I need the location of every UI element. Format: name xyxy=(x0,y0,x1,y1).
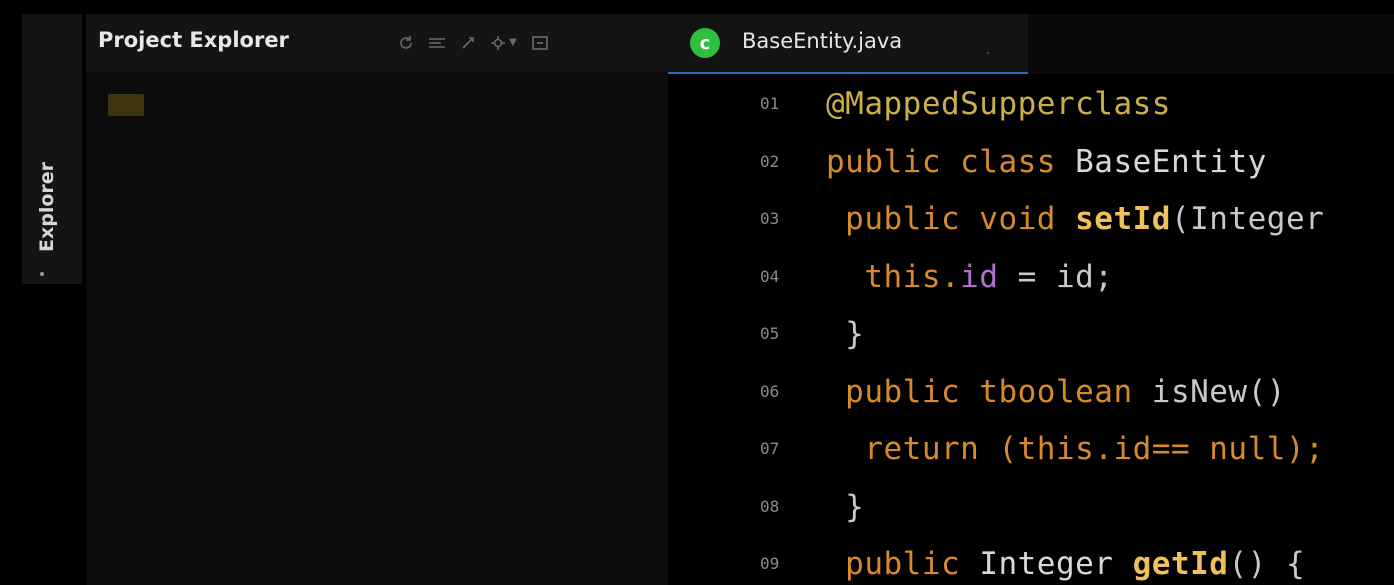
code-token: isNew() xyxy=(1151,373,1306,410)
code-line[interactable]: 07 return (this.id== null); xyxy=(668,425,1394,483)
line-content: public class BaseEntity xyxy=(826,144,1267,180)
line-number: 05 xyxy=(760,324,780,343)
line-content: return (this.id== null); xyxy=(826,431,1324,467)
code-line[interactable]: 05 } xyxy=(668,310,1394,368)
explorer-activity-tab[interactable]: Explorer xyxy=(22,92,82,282)
project-explorer-toolbar: ▼ xyxy=(398,32,549,54)
line-number: 02 xyxy=(760,151,780,171)
line-number: 07 xyxy=(760,439,780,458)
code-editor: c BaseEntity.java . 01 @MappedSupperclass… xyxy=(668,14,1394,585)
project-explorer-header: Project Explorer ▼ xyxy=(86,14,668,72)
tab-close-icon[interactable]: . xyxy=(986,42,990,58)
code-token: } xyxy=(826,316,865,352)
tab-label: BaseEntity.java xyxy=(742,29,903,53)
code-line[interactable]: 02 public class BaseEntity xyxy=(668,138,1394,196)
code-line[interactable]: 09 public Integer getId() { xyxy=(668,540,1394,585)
view-menu-icon[interactable]: ▼ xyxy=(490,35,517,51)
chevron-down-icon: ▼ xyxy=(509,37,517,48)
explorer-activity-label: Explorer xyxy=(36,161,58,252)
maximize-icon[interactable] xyxy=(531,35,549,51)
sync-icon[interactable] xyxy=(398,35,414,51)
link-with-editor-icon[interactable] xyxy=(460,35,476,51)
code-line[interactable]: 06 public tboolean isNew() xyxy=(668,368,1394,426)
line-number: 01 xyxy=(760,94,780,113)
project-explorer-panel: Project Explorer ▼ xyxy=(86,14,668,585)
line-content: public void setId(Integer xyxy=(826,201,1324,237)
editor-tabs-bar: c BaseEntity.java . xyxy=(668,14,1394,74)
line-number: 06 xyxy=(760,381,780,401)
code-token: public void xyxy=(826,201,1076,237)
activity-indicator-dot xyxy=(40,272,44,276)
code-token: () { xyxy=(1228,546,1306,582)
collapse-all-icon[interactable] xyxy=(428,36,446,50)
code-token: BaseEntity xyxy=(1075,143,1267,180)
project-explorer-title: Project Explorer xyxy=(98,28,289,52)
code-token: return (this.id== null); xyxy=(826,431,1325,467)
code-line[interactable]: 01 @MappedSupperclass xyxy=(668,80,1394,138)
code-token: (Integer xyxy=(1170,201,1325,237)
line-content: } xyxy=(826,489,864,525)
code-token: getId xyxy=(1132,546,1229,582)
code-token: } xyxy=(826,488,865,525)
tree-selection-placeholder[interactable] xyxy=(108,94,144,116)
line-number: 03 xyxy=(760,209,780,228)
code-token: setId xyxy=(1075,201,1171,237)
code-token: id xyxy=(960,258,999,295)
tab-baseentity-java[interactable]: c BaseEntity.java . xyxy=(668,14,1028,74)
line-content: @MappedSupperclass xyxy=(826,86,1171,122)
code-token: public xyxy=(826,546,980,582)
code-token: = id; xyxy=(998,258,1114,295)
line-number: 04 xyxy=(760,266,780,286)
code-token: public tboolean xyxy=(826,373,1152,410)
line-content: } xyxy=(826,316,864,352)
code-token: @MappedSupperclass xyxy=(826,86,1171,122)
code-token: this. xyxy=(826,258,961,295)
code-line[interactable]: 04 this.id = id; xyxy=(668,253,1394,311)
java-class-icon: c xyxy=(690,28,720,58)
line-content: public tboolean isNew() xyxy=(826,374,1305,410)
line-content: public Integer getId() { xyxy=(826,546,1305,582)
line-number: 09 xyxy=(760,554,780,573)
activity-bar: Explorer xyxy=(22,14,82,284)
line-number: 08 xyxy=(760,496,780,516)
code-area[interactable]: 01 @MappedSupperclass 02 public class BaseE… xyxy=(668,80,1394,585)
code-line[interactable]: 08 } xyxy=(668,483,1394,541)
code-line[interactable]: 03 public void setId(Integer xyxy=(668,195,1394,253)
line-content: this.id = id; xyxy=(826,259,1113,295)
code-token: public class xyxy=(826,143,1076,180)
code-token: Integer xyxy=(979,546,1133,582)
